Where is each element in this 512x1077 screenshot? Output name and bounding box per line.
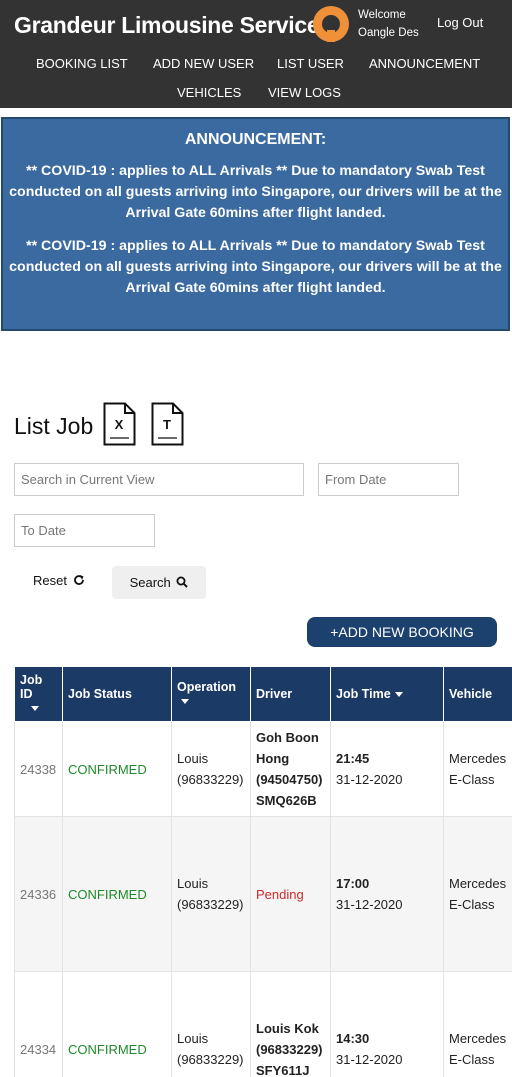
export-excel-icon[interactable]: X [103, 402, 136, 446]
operation-name: Louis [177, 751, 209, 766]
search-button[interactable]: Search [112, 566, 206, 599]
job-date: 31-12-2020 [336, 897, 403, 912]
job-id: 24338 [14, 721, 63, 817]
driver-status: Pending [250, 816, 331, 972]
vehicle-model: E-Class [449, 897, 495, 912]
refresh-icon [73, 575, 84, 585]
job-status: CONFIRMED [62, 816, 172, 972]
from-date-input[interactable]: From Date [318, 463, 459, 496]
svg-text:X: X [115, 417, 124, 432]
nav-vehicles[interactable]: VEHICLES [177, 85, 241, 100]
job-time: 21:45 [336, 751, 370, 766]
driver-phone: (94504750) [256, 772, 323, 787]
logout-link[interactable]: Log Out [437, 15, 483, 30]
col-vehicle: Vehicle [443, 666, 512, 722]
job-status: CONFIRMED [62, 721, 172, 817]
page-title: List Job [14, 413, 94, 439]
col-job-time-label: Job Time [336, 687, 391, 701]
add-new-booking-button[interactable]: +ADD NEW BOOKING [307, 617, 497, 647]
reset-label: Reset [33, 573, 67, 588]
driver-phone: (96833229) [256, 1041, 323, 1057]
job-date: 31-12-2020 [336, 1052, 403, 1067]
operation-name: Louis [177, 876, 209, 891]
nav-list-user[interactable]: LIST USER [277, 56, 344, 71]
announcement-message: ** COVID-19 : applies to ALL Arrivals **… [9, 238, 502, 296]
operation-cell: Louis (96833229) [171, 971, 251, 1077]
announcement-message: ** COVID-19 : applies to ALL Arrivals **… [9, 163, 502, 221]
sort-caret-icon [181, 699, 189, 705]
welcome-block: Welcome Oangle Des [358, 6, 419, 42]
job-status: CONFIRMED [62, 971, 172, 1077]
col-job-id-label: Job ID [20, 673, 43, 701]
announcement-heading: ANNOUNCEMENT: [184, 131, 327, 148]
vehicle-model: E-Class [449, 1052, 495, 1067]
col-job-status: Job Status [62, 666, 172, 722]
operation-phone: (96833229) [177, 772, 244, 787]
vehicle-make: Mercedes [449, 876, 507, 891]
nav-booking-list[interactable]: BOOKING LIST [36, 56, 128, 71]
to-date-input[interactable]: To Date [14, 514, 155, 547]
svg-text:T: T [163, 417, 171, 432]
job-id: 24336 [14, 816, 63, 972]
export-text-icon[interactable]: T [151, 402, 184, 446]
sort-caret-icon [394, 692, 403, 698]
driver-plate: SMQ626B [256, 793, 317, 808]
operation-cell: Louis (96833229) [171, 816, 251, 972]
col-job-id[interactable]: Job ID [14, 666, 63, 722]
col-driver: Driver [250, 666, 331, 722]
brand-title[interactable]: Grandeur Limousine Service [14, 12, 320, 39]
operation-name: Louis [177, 1031, 209, 1046]
welcome-text: Welcome [358, 9, 406, 21]
vehicle-cell: Mercedes E-Class [443, 721, 512, 817]
user-name: Oangle Des [358, 27, 419, 39]
user-logo-icon [313, 6, 349, 42]
table-row[interactable]: 24336 CONFIRMED Louis (96833229) Pending… [14, 816, 512, 972]
vehicle-make: Mercedes [449, 1031, 507, 1046]
nav-announcement[interactable]: ANNOUNCEMENT [369, 56, 480, 71]
jobs-table: Job ID Job Status Operation Driver Job T… [14, 666, 512, 1077]
job-time-cell: 21:45 31-12-2020 [330, 721, 444, 817]
driver-plate: SFY611J [256, 1062, 310, 1077]
job-time: 17:00 [336, 876, 370, 891]
col-job-time[interactable]: Job Time [330, 666, 444, 722]
search-icon [176, 576, 189, 588]
job-time: 14:30 [336, 1031, 370, 1046]
driver-name: Goh Boon Hong [256, 730, 319, 766]
sort-caret-icon [31, 706, 39, 712]
vehicle-cell: Mercedes E-Class [443, 816, 512, 972]
job-time-cell: 17:00 31-12-2020 [330, 816, 444, 972]
job-id: 24334 [14, 971, 63, 1077]
announcement-panel: ANNOUNCEMENT: ** COVID-19 : applies to A… [1, 117, 510, 331]
table-header-row: Job ID Job Status Operation Driver Job T… [14, 666, 512, 722]
col-operation[interactable]: Operation [171, 666, 251, 722]
reset-button[interactable]: Reset [33, 573, 85, 588]
job-time-cell: 14:30 31-12-2020 [330, 971, 444, 1077]
top-header: Grandeur Limousine Service Welcome Oangl… [0, 0, 512, 108]
driver-cell: Louis Kok (96833229) SFY611J [250, 971, 331, 1077]
col-operation-label: Operation [177, 680, 237, 694]
table-row[interactable]: 24334 CONFIRMED Louis (96833229) Louis K… [14, 971, 512, 1077]
vehicle-make: Mercedes [449, 751, 507, 766]
job-date: 31-12-2020 [336, 772, 403, 787]
operation-phone: (96833229) [177, 1052, 244, 1067]
table-row[interactable]: 24338 CONFIRMED Louis (96833229) Goh Boo… [14, 721, 512, 817]
nav-view-logs[interactable]: VIEW LOGS [268, 85, 341, 100]
vehicle-cell: Mercedes E-Class [443, 971, 512, 1077]
driver-name: Louis Kok [256, 1020, 319, 1036]
vehicle-model: E-Class [449, 772, 495, 787]
driver-cell: Goh Boon Hong (94504750) SMQ626B [250, 721, 331, 817]
operation-cell: Louis (96833229) [171, 721, 251, 817]
search-label: Search [129, 575, 171, 590]
operation-phone: (96833229) [177, 897, 244, 912]
search-input[interactable]: Search in Current View [14, 463, 304, 496]
nav-add-new-user[interactable]: ADD NEW USER [153, 56, 254, 71]
